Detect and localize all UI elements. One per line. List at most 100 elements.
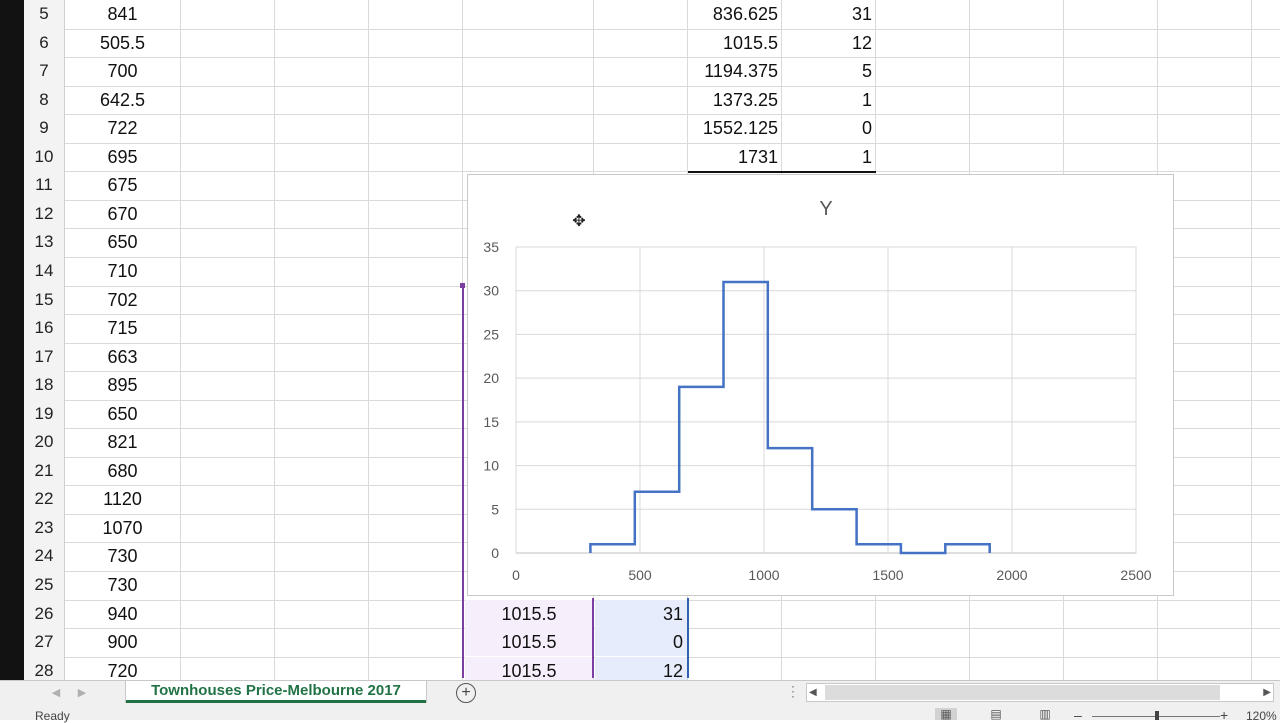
frequency-cell[interactable]: 1 [782, 86, 872, 114]
row-number[interactable]: 9 [24, 114, 64, 142]
price-cell[interactable]: 650 [65, 228, 180, 256]
frequency-cell[interactable]: 12 [782, 29, 872, 57]
row-number[interactable]: 10 [24, 143, 64, 171]
price-cell[interactable]: 821 [65, 428, 180, 456]
row-number[interactable]: 19 [24, 400, 64, 428]
price-cell[interactable]: 940 [65, 600, 180, 628]
frequency-cell[interactable]: 5 [782, 57, 872, 85]
zoom-in-icon[interactable]: + [1220, 707, 1228, 723]
selection-border-right [687, 598, 689, 678]
price-cell[interactable]: 642.5 [65, 86, 180, 114]
scroll-left-icon[interactable]: ◀ [809, 684, 817, 701]
price-cell[interactable]: 505.5 [65, 29, 180, 57]
normal-view-icon[interactable]: ▦ [935, 708, 957, 720]
row-header-column: 5 6 7 8 9 10 11 12 13 14 15 16 17 18 19 20 21 22 23 24 25 26 2… [24, 0, 65, 680]
price-cell[interactable]: 1070 [65, 514, 180, 542]
row-number[interactable]: 21 [24, 457, 64, 485]
bin-cell[interactable]: 1552.125 [688, 114, 778, 142]
price-cell[interactable]: 900 [65, 628, 180, 656]
zoom-slider-thumb[interactable] [1155, 711, 1159, 720]
price-cell[interactable]: 680 [65, 457, 180, 485]
row-number[interactable]: 25 [24, 571, 64, 599]
histogram-chart[interactable]: 0 5 10 15 20 25 30 35 0 500 1000 1500 2000 2500 Y [467, 174, 1174, 596]
row-number[interactable]: 24 [24, 542, 64, 570]
grid-row-line [65, 171, 1280, 173]
price-cell[interactable]: 730 [65, 542, 180, 570]
row-number[interactable]: 23 [24, 514, 64, 542]
x-tick-label: 2500 [1120, 567, 1151, 583]
row-number[interactable]: 26 [24, 600, 64, 628]
y-tick-label: 0 [491, 545, 499, 561]
y-tick-label: 25 [483, 326, 499, 342]
grid-column-line [274, 0, 275, 680]
price-cell[interactable]: 702 [65, 286, 180, 314]
add-sheet-icon[interactable]: + [456, 683, 476, 703]
histogram-x-cell[interactable]: 1015.5 [465, 599, 593, 628]
price-cell[interactable]: 663 [65, 343, 180, 371]
row-number[interactable]: 5 [24, 0, 64, 28]
x-tick-label: 500 [628, 567, 652, 583]
prev-sheet-icon[interactable]: ◀ [48, 684, 64, 702]
tab-split-handle-icon[interactable]: ⋮ [786, 683, 800, 700]
zoom-out-icon[interactable]: – [1074, 707, 1082, 723]
row-number[interactable]: 18 [24, 371, 64, 399]
zoom-level[interactable]: 120% [1246, 709, 1277, 723]
histogram-y-cell[interactable]: 31 [595, 599, 687, 628]
row-number[interactable]: 16 [24, 314, 64, 342]
grid-row-line [65, 142, 1280, 144]
price-cell[interactable]: 841 [65, 0, 180, 28]
histogram-x-cell[interactable]: 1015.5 [465, 628, 593, 657]
bin-cell[interactable]: 1194.375 [688, 57, 778, 85]
price-cell[interactable]: 675 [65, 171, 180, 199]
histogram-y-cell[interactable]: 0 [595, 628, 687, 657]
bin-cell[interactable]: 836.625 [688, 0, 778, 28]
grid-row-line [65, 85, 1280, 87]
row-number[interactable]: 20 [24, 428, 64, 456]
grid-row-line [65, 114, 1280, 116]
row-number[interactable]: 12 [24, 200, 64, 228]
scrollbar-thumb[interactable] [825, 685, 1220, 700]
row-number[interactable]: 7 [24, 57, 64, 85]
bin-cell[interactable]: 1015.5 [688, 29, 778, 57]
frequency-cell[interactable]: 0 [782, 114, 872, 142]
y-tick-label: 10 [483, 458, 499, 474]
row-number[interactable]: 13 [24, 228, 64, 256]
bin-cell[interactable]: 1373.25 [688, 86, 778, 114]
row-number[interactable]: 11 [24, 171, 64, 199]
bin-cell[interactable]: 1731 [688, 143, 778, 171]
price-cell[interactable]: 730 [65, 571, 180, 599]
row-number[interactable]: 22 [24, 485, 64, 513]
sheet-tab-active[interactable]: Townhouses Price-Melbourne 2017 [126, 681, 426, 703]
price-cell[interactable]: 695 [65, 143, 180, 171]
page-layout-view-icon[interactable]: ▤ [985, 708, 1007, 720]
frequency-cell[interactable]: 31 [782, 0, 872, 28]
selection-handle[interactable] [460, 283, 465, 288]
price-cell[interactable]: 650 [65, 400, 180, 428]
x-tick-label: 1000 [748, 567, 779, 583]
price-cell[interactable]: 895 [65, 371, 180, 399]
price-cell[interactable]: 670 [65, 200, 180, 228]
grid-column-line [1251, 0, 1252, 680]
window-edge [0, 0, 24, 720]
price-cell[interactable]: 700 [65, 57, 180, 85]
horizontal-scrollbar[interactable]: ◀ ▶ [806, 683, 1274, 702]
page-break-view-icon[interactable]: ▥ [1034, 708, 1056, 720]
row-number[interactable]: 8 [24, 86, 64, 114]
price-cell[interactable]: 710 [65, 257, 180, 285]
scroll-right-icon[interactable]: ▶ [1263, 684, 1271, 701]
row-number[interactable]: 27 [24, 628, 64, 656]
price-cell[interactable]: 1120 [65, 485, 180, 513]
row-number[interactable]: 15 [24, 286, 64, 314]
plot-area [515, 246, 1137, 554]
chart-title: Y [819, 198, 832, 220]
next-sheet-icon[interactable]: ▶ [74, 684, 90, 702]
row-number[interactable]: 14 [24, 257, 64, 285]
price-cell[interactable]: 715 [65, 314, 180, 342]
x-tick-label: 2000 [996, 567, 1027, 583]
y-tick-label: 20 [483, 370, 499, 386]
frequency-cell[interactable]: 1 [782, 143, 872, 171]
price-cell[interactable]: 722 [65, 114, 180, 142]
row-number[interactable]: 6 [24, 29, 64, 57]
row-number[interactable]: 17 [24, 343, 64, 371]
y-tick-label: 30 [483, 283, 499, 299]
